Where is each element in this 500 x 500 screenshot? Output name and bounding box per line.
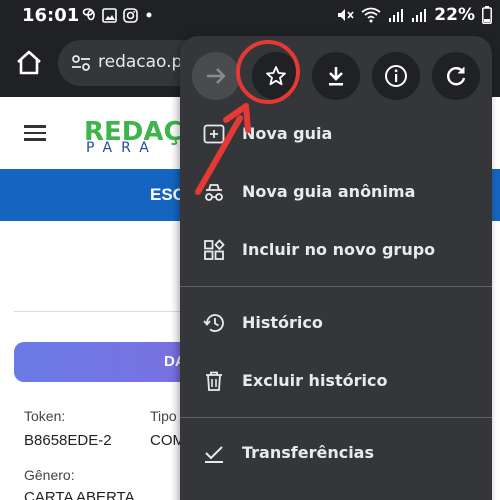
- history-icon: [203, 314, 224, 332]
- menu-item-label: Incluir no novo grupo: [242, 240, 436, 259]
- dot-icon: [146, 12, 152, 18]
- battery-icon: [482, 6, 492, 24]
- trash-icon: [206, 371, 222, 391]
- refresh-button[interactable]: [432, 52, 480, 100]
- download-button[interactable]: [312, 52, 360, 100]
- battery-percent: 22%: [434, 5, 475, 25]
- system-icons: 22%: [336, 5, 492, 25]
- signal-icon: [412, 9, 427, 22]
- mute-icon: [338, 9, 354, 21]
- annotation-arrow: [195, 103, 251, 195]
- wifi-icon: [361, 7, 381, 23]
- downloads-check-icon: [205, 446, 223, 463]
- token-value: B8658EDE-2: [24, 432, 112, 449]
- menu-item-downloads[interactable]: Transferências: [180, 427, 492, 479]
- menu-item-history[interactable]: Histórico: [180, 297, 492, 349]
- site-settings-icon[interactable]: [70, 52, 92, 74]
- instagram-icon: [123, 7, 138, 23]
- menu-divider: [180, 286, 492, 287]
- logo-subtitle: PARA: [86, 140, 158, 156]
- status-time: 16:01: [22, 5, 80, 26]
- status-bar: 16:01 22%: [0, 0, 500, 30]
- download-icon: [329, 67, 343, 86]
- menu-item-label: Histórico: [242, 313, 323, 332]
- genero-label: Gênero:: [24, 467, 75, 483]
- menu-item-tab-group[interactable]: Incluir no novo grupo: [180, 224, 492, 276]
- hamburger-menu-icon[interactable]: [24, 125, 46, 141]
- image-icon: [102, 7, 117, 23]
- url-text: redacao.pr: [98, 52, 190, 72]
- menu-item-label: Nova guia anônima: [242, 182, 416, 201]
- tab-group-icon: [204, 239, 225, 260]
- forward-icon: [207, 68, 226, 84]
- action-button[interactable]: DA: [14, 342, 204, 382]
- pinwheel-icon: [82, 8, 95, 21]
- menu-item-label: Transferências: [242, 443, 374, 462]
- home-icon[interactable]: [12, 46, 46, 80]
- signal-icon: [389, 9, 404, 22]
- token-label: Token:: [24, 408, 66, 424]
- menu-item-clear-history[interactable]: Excluir histórico: [180, 355, 492, 407]
- notification-icons: [80, 7, 154, 23]
- refresh-icon: [447, 67, 466, 86]
- tipo-label: Tipo: [150, 408, 177, 424]
- genero-value: CARTA ABERTA: [24, 489, 135, 500]
- divider: [14, 311, 184, 312]
- page-info-button[interactable]: [372, 52, 420, 100]
- menu-item-label: Excluir histórico: [242, 371, 388, 390]
- menu-divider: [180, 417, 492, 418]
- info-icon: [385, 65, 407, 87]
